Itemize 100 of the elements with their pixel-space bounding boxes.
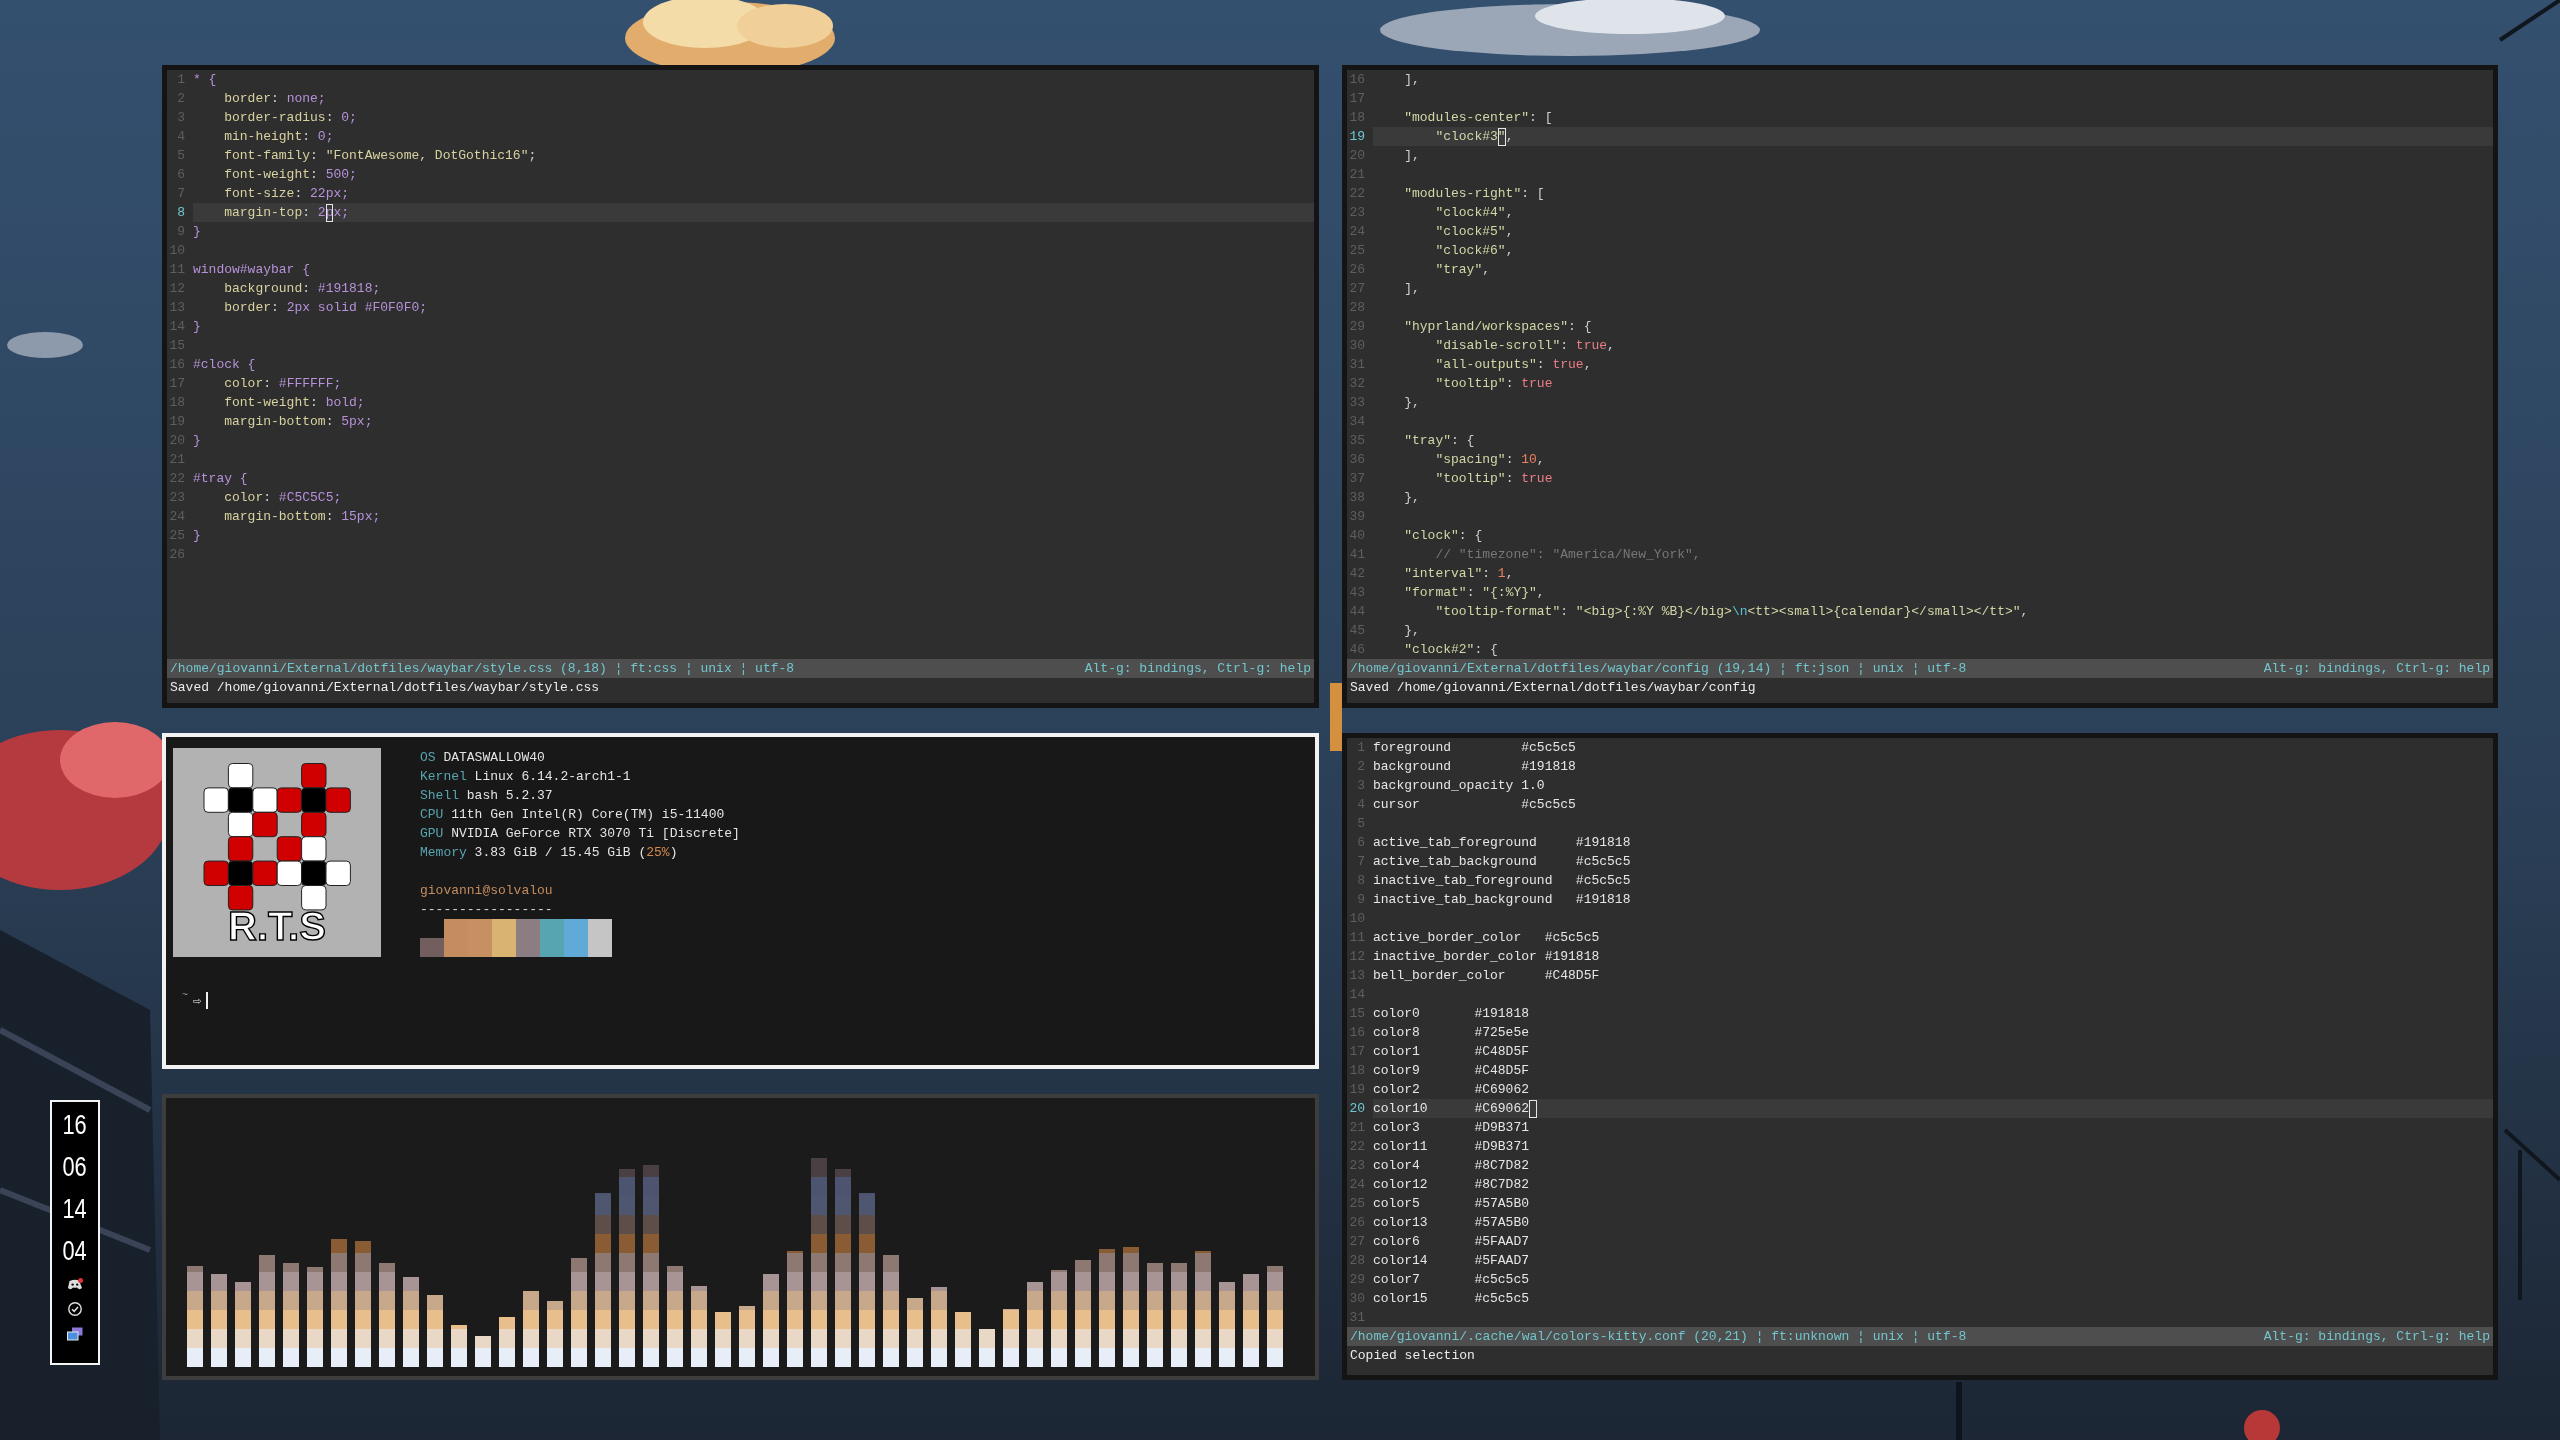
code-line: color12 #8C7D82 xyxy=(1373,1176,1530,1194)
key-hints: Alt-g: bindings, Ctrl-g: help xyxy=(1084,660,1311,678)
code-line: #clock { xyxy=(193,356,256,374)
info-label: OS xyxy=(420,749,436,767)
code-line: color0 #191818 xyxy=(1373,1005,1530,1023)
code-line: background #191818 xyxy=(1373,758,1576,776)
spectrum-bar xyxy=(1003,1309,1019,1367)
code-line: color6 #5FAAD7 xyxy=(1373,1233,1530,1251)
code-line: foreground #c5c5c5 xyxy=(1373,739,1576,757)
key-hints: Alt-g: bindings, Ctrl-g: help xyxy=(2263,1328,2490,1346)
code-line: background_opacity 1.0 xyxy=(1373,777,1545,795)
status-message: Saved /home/giovanni/External/dotfiles/waybar/config xyxy=(1350,679,1756,697)
code-line: "interval": 1, xyxy=(1404,565,1514,583)
code-line: inactive_border_color #191818 xyxy=(1373,948,1600,966)
code-line: cursor #c5c5c5 xyxy=(1373,796,1576,814)
code-line: color5 #57A5B0 xyxy=(1373,1195,1530,1213)
spectrum-bar xyxy=(979,1329,995,1367)
code-line: inactive_tab_foreground #c5c5c5 xyxy=(1373,872,1631,890)
code-line: ], xyxy=(1404,280,1420,298)
pole xyxy=(1956,1382,1962,1440)
text-cursor-icon xyxy=(206,992,209,1009)
file-status: /home/giovanni/.cache/wal/colors-kitty.conf (20,21) ¦ ft:unknown ¦ unix ¦ utf-8 xyxy=(1350,1328,1967,1346)
line-number: 20 xyxy=(1349,1100,1365,1118)
code-line: "tray", xyxy=(1435,261,1491,279)
code-line: margin-bottom: 15px; xyxy=(224,508,381,526)
spectrum-bar xyxy=(715,1312,731,1367)
code-line: font-weight: 500; xyxy=(224,166,357,184)
spectrum-bar xyxy=(907,1298,923,1367)
status-message: Saved /home/giovanni/External/dotfiles/waybar/style.css xyxy=(170,679,600,697)
clock-text: 16 xyxy=(62,1111,88,1138)
clock-text: 06 xyxy=(62,1153,88,1180)
key-hints: Alt-g: bindings, Ctrl-g: help xyxy=(2263,660,2490,678)
code-line: "all-outputs": true, xyxy=(1435,356,1592,374)
code-line: color2 #C69062 xyxy=(1373,1081,1530,1099)
code-line: #tray { xyxy=(193,470,248,488)
code-line: "hyprland/workspaces": { xyxy=(1404,318,1592,336)
code-line: active_border_color #c5c5c5 xyxy=(1373,929,1600,947)
prompt-directory: ~ xyxy=(182,991,188,1001)
code-line: color10 #C69062 xyxy=(1373,1100,1530,1118)
spectrum-bar xyxy=(547,1301,563,1367)
code-line: "modules-right": [ xyxy=(1404,185,1545,203)
code-line: // "timezone": "America/New_York", xyxy=(1435,546,1701,564)
spectrum-bar xyxy=(499,1317,515,1367)
code-line: "format": "{:%Y}", xyxy=(1404,584,1545,602)
screens-icon[interactable] xyxy=(67,1327,83,1341)
code-line: "clock#6", xyxy=(1435,242,1514,260)
info-value: DATASWALLOW40 xyxy=(443,749,545,767)
clock-text: 04 xyxy=(62,1237,88,1264)
code-line: }, xyxy=(1404,622,1420,640)
code-line: "clock#2": { xyxy=(1404,641,1498,659)
code-line: "modules-center": [ xyxy=(1404,109,1553,127)
file-status: /home/giovanni/External/dotfiles/waybar/config (19,14) ¦ ft:json ¦ unix ¦ utf-8 xyxy=(1350,660,1967,678)
line-number: 19 xyxy=(1349,128,1365,146)
code-line: color4 #8C7D82 xyxy=(1373,1157,1530,1175)
info-value: 11th Gen Intel(R) Core(TM) i5-11400 xyxy=(451,806,725,824)
code-line: "tooltip": true xyxy=(1435,375,1553,393)
code-line: * { xyxy=(193,71,217,89)
code-line: active_tab_foreground #191818 xyxy=(1373,834,1631,852)
info-label: CPU xyxy=(420,806,444,824)
code-line: window#waybar { xyxy=(193,261,311,279)
code-line: inactive_tab_background #191818 xyxy=(1373,891,1631,909)
status-message: Copied selection xyxy=(1350,1347,1475,1365)
spectrum-bar xyxy=(739,1306,755,1367)
code-line: "disable-scroll": true, xyxy=(1435,337,1615,355)
prompt-symbol: ⇨ xyxy=(193,993,202,1008)
code-line: color1 #C48D5F xyxy=(1373,1043,1530,1061)
code-line: color13 #57A5B0 xyxy=(1373,1214,1530,1232)
logo-text: R.T.S xyxy=(228,904,326,948)
code-line: color9 #C48D5F xyxy=(1373,1062,1530,1080)
info-value: NVIDIA GeForce RTX 3070 Ti [Discrete] xyxy=(451,825,740,843)
code-line: ], xyxy=(1404,147,1420,165)
file-status: /home/giovanni/External/dotfiles/waybar/style.css (8,18) ¦ ft:css ¦ unix ¦ utf-8 xyxy=(170,660,795,678)
code-line: "clock#3", xyxy=(1435,127,1514,146)
light-strip xyxy=(1330,683,1342,751)
spectrum-bar xyxy=(451,1325,467,1367)
code-line: ], xyxy=(1404,71,1420,89)
code-line: } xyxy=(193,318,201,336)
code-line: color3 #D9B371 xyxy=(1373,1119,1530,1137)
code-line: } xyxy=(193,432,201,450)
code-line: color7 #c5c5c5 xyxy=(1373,1271,1530,1289)
code-line: border: none; xyxy=(224,90,326,108)
info-label: Shell xyxy=(420,787,459,805)
code-line: font-family: "FontAwesome, DotGothic16"; xyxy=(224,147,537,165)
code-line: color8 #725e5e xyxy=(1373,1024,1530,1042)
check-circle-icon[interactable] xyxy=(68,1302,82,1316)
code-line: color15 #c5c5c5 xyxy=(1373,1290,1530,1308)
code-line: "spacing": 10, xyxy=(1435,451,1545,469)
code-line: color14 #5FAAD7 xyxy=(1373,1252,1530,1270)
separator-text: ----------------- xyxy=(420,901,553,919)
gamepad-icon[interactable] xyxy=(67,1278,83,1291)
code-line: border-radius: 0; xyxy=(224,109,357,127)
code-line: color: #C5C5C5; xyxy=(224,489,342,507)
code-line: background: #191818; xyxy=(224,280,381,298)
code-line: border: 2px solid #F0F0F0; xyxy=(224,299,428,317)
code-line: "clock": { xyxy=(1404,527,1483,545)
code-line: bell_border_color #C48D5F xyxy=(1373,967,1600,985)
info-label: Kernel xyxy=(420,768,467,786)
code-line: font-size: 22px; xyxy=(224,185,350,203)
code-line: "clock#5", xyxy=(1435,223,1514,241)
info-label: Memory xyxy=(420,844,467,862)
